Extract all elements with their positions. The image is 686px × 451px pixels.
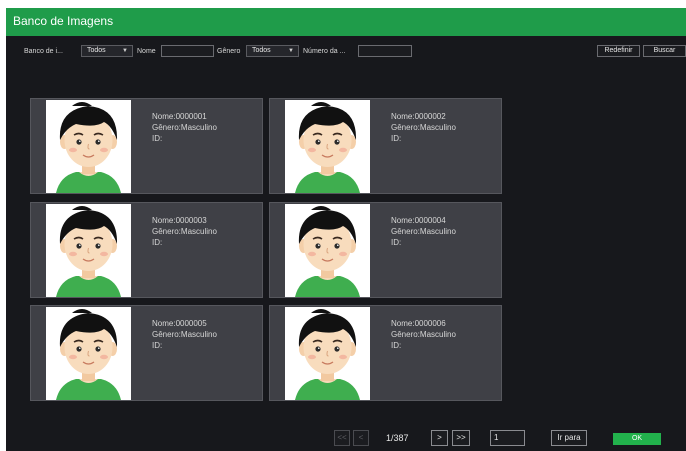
database-label: Banco de i... [24, 48, 63, 55]
face-card[interactable]: Nome:0000006 Gênero:Masculino ID: [269, 305, 502, 401]
face-name: Nome:0000005 [152, 319, 207, 328]
face-card[interactable]: Nome:0000005 Gênero:Masculino ID: [30, 305, 263, 401]
face-photo [46, 204, 131, 297]
face-id: ID: [152, 341, 163, 350]
name-input[interactable] [161, 45, 214, 57]
gender-label: Gênero [217, 48, 241, 55]
reset-button[interactable]: Redefinir [597, 45, 640, 57]
face-card[interactable]: Nome:0000001 Gênero:Masculino ID: [30, 98, 263, 194]
face-id: ID: [152, 238, 163, 247]
person-avatar-icon [285, 204, 370, 297]
face-card[interactable]: Nome:0000003 Gênero:Masculino ID: [30, 202, 263, 298]
page-indicator: 1/387 [386, 433, 409, 443]
face-photo [46, 307, 131, 400]
face-info: Nome:0000005 Gênero:Masculino ID: [152, 318, 217, 351]
face-gender: Gênero:Masculino [391, 123, 456, 132]
ok-button[interactable]: OK [613, 433, 661, 445]
face-card[interactable]: Nome:0000002 Gênero:Masculino ID: [269, 98, 502, 194]
gender-select-value: Todos [252, 47, 271, 54]
database-select-value: Todos [87, 47, 106, 54]
number-label: Número da ... [303, 48, 346, 55]
prev-page-button[interactable]: < [353, 430, 369, 446]
face-id: ID: [391, 341, 402, 350]
person-avatar-icon [46, 204, 131, 297]
search-button[interactable]: Buscar [643, 45, 686, 57]
chevron-down-icon: ▼ [122, 48, 128, 54]
face-gender: Gênero:Masculino [391, 330, 456, 339]
face-info: Nome:0000003 Gênero:Masculino ID: [152, 215, 217, 248]
filter-bar: Banco de i... Todos ▼ Nome Gênero Todos … [6, 44, 686, 60]
goto-button[interactable]: Ir para [551, 430, 587, 446]
image-database-window: Banco de Imagens Banco de i... Todos ▼ N… [6, 8, 686, 451]
name-label: Nome [137, 48, 156, 55]
title-bar: Banco de Imagens [6, 8, 686, 36]
person-avatar-icon [46, 100, 131, 193]
face-gender: Gênero:Masculino [391, 227, 456, 236]
face-info: Nome:0000006 Gênero:Masculino ID: [391, 318, 456, 351]
person-avatar-icon [46, 307, 131, 400]
face-photo [285, 307, 370, 400]
face-id: ID: [391, 134, 402, 143]
face-photo [285, 100, 370, 193]
face-id: ID: [152, 134, 163, 143]
next-page-button[interactable]: > [431, 430, 448, 446]
gender-select[interactable]: Todos ▼ [246, 45, 299, 57]
face-info: Nome:0000004 Gênero:Masculino ID: [391, 215, 456, 248]
face-id: ID: [391, 238, 402, 247]
face-photo [285, 204, 370, 297]
first-page-button[interactable]: << [334, 430, 350, 446]
face-name: Nome:0000003 [152, 216, 207, 225]
face-gender: Gênero:Masculino [152, 330, 217, 339]
face-gender: Gênero:Masculino [152, 123, 217, 132]
page-input[interactable]: 1 [490, 430, 525, 446]
person-avatar-icon [285, 100, 370, 193]
face-info: Nome:0000001 Gênero:Masculino ID: [152, 111, 217, 144]
number-input[interactable] [358, 45, 412, 57]
database-select[interactable]: Todos ▼ [81, 45, 133, 57]
face-gender: Gênero:Masculino [152, 227, 217, 236]
chevron-down-icon: ▼ [288, 48, 294, 54]
face-info: Nome:0000002 Gênero:Masculino ID: [391, 111, 456, 144]
face-name: Nome:0000006 [391, 319, 446, 328]
face-name: Nome:0000001 [152, 112, 207, 121]
last-page-button[interactable]: >> [452, 430, 470, 446]
face-card[interactable]: Nome:0000004 Gênero:Masculino ID: [269, 202, 502, 298]
person-avatar-icon [285, 307, 370, 400]
face-name: Nome:0000004 [391, 216, 446, 225]
window-title: Banco de Imagens [13, 14, 114, 28]
face-name: Nome:0000002 [391, 112, 446, 121]
face-photo [46, 100, 131, 193]
